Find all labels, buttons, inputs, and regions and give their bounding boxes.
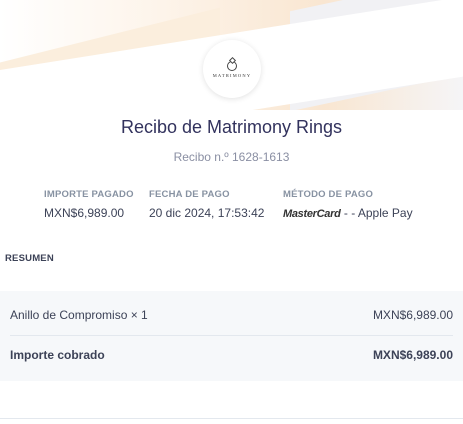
summary-heading: RESUMEN bbox=[5, 253, 54, 264]
summary-table: Anillo de Compromiso × 1 MXN$6,989.00 Im… bbox=[0, 291, 463, 381]
divider bbox=[10, 335, 453, 336]
payment-method-label: MÉTODO DE PAGO bbox=[283, 189, 374, 200]
payment-date-value: 20 dic 2024, 17:53:42 bbox=[149, 206, 265, 220]
divider bbox=[0, 418, 463, 419]
line-item-amount: MXN$6,989.00 bbox=[372, 308, 453, 322]
payment-method-value: MasterCard - - Apple Pay bbox=[283, 206, 413, 220]
receipt-title: Recibo de Matrimony Rings bbox=[120, 117, 343, 137]
total-label: Importe cobrado bbox=[10, 348, 105, 362]
total-amount: MXN$6,989.00 bbox=[372, 348, 453, 362]
payment-method-text: - - Apple Pay bbox=[340, 206, 413, 220]
amount-paid-label: IMPORTE PAGADO bbox=[44, 189, 134, 200]
total-row: Importe cobrado MXN$6,989.00 bbox=[10, 348, 453, 362]
logo-text: MATRIMONY bbox=[212, 72, 252, 78]
line-item-name: Anillo de Compromiso × 1 bbox=[10, 308, 148, 322]
merchant-logo: MATRIMONY bbox=[203, 40, 261, 98]
ring-icon bbox=[227, 60, 237, 71]
receipt-number: Recibo n.º 1628-1613 bbox=[173, 150, 290, 164]
amount-paid-block: IMPORTE PAGADO MXN$6,989.00 bbox=[44, 189, 134, 220]
line-item-row: Anillo de Compromiso × 1 MXN$6,989.00 bbox=[10, 308, 453, 322]
payment-date-label: FECHA DE PAGO bbox=[149, 189, 230, 200]
amount-paid-value: MXN$6,989.00 bbox=[44, 206, 125, 220]
payment-date-block: FECHA DE PAGO 20 dic 2024, 17:53:42 bbox=[149, 189, 264, 220]
payment-method-block: MÉTODO DE PAGO MasterCard - - Apple Pay bbox=[283, 189, 413, 220]
mastercard-icon: MasterCard bbox=[283, 208, 341, 220]
